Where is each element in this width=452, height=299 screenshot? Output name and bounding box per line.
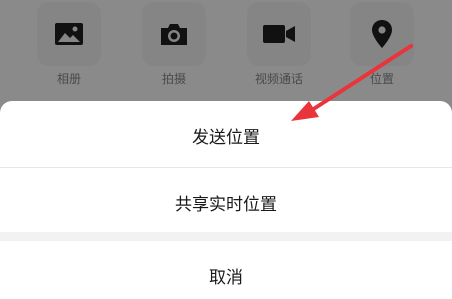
camera-icon bbox=[161, 24, 187, 45]
cancel-option[interactable]: 取消 bbox=[0, 263, 452, 288]
attach-video-call[interactable]: 视频通话 bbox=[245, 0, 313, 87]
album-tile[interactable] bbox=[37, 2, 101, 66]
attach-album[interactable]: 相册 bbox=[35, 0, 103, 87]
send-location-option[interactable]: 发送位置 bbox=[0, 123, 452, 148]
location-tile[interactable] bbox=[350, 2, 414, 66]
action-sheet: 发送位置 共享实时位置 取消 bbox=[0, 101, 452, 299]
image-icon bbox=[55, 23, 83, 45]
location-pin-icon bbox=[372, 20, 392, 48]
video-camera-icon bbox=[263, 25, 295, 43]
attach-location-label: 位置 bbox=[369, 72, 394, 86]
attach-camera-label: 拍摄 bbox=[161, 72, 186, 86]
sheet-gap bbox=[0, 232, 452, 241]
video-call-tile[interactable] bbox=[247, 2, 311, 66]
camera-tile[interactable] bbox=[142, 2, 206, 66]
attach-location[interactable]: 位置 bbox=[348, 0, 416, 87]
attach-camera[interactable]: 拍摄 bbox=[140, 0, 208, 87]
share-realtime-location-option[interactable]: 共享实时位置 bbox=[0, 190, 452, 215]
sheet-divider bbox=[0, 167, 452, 168]
attach-album-label: 相册 bbox=[56, 72, 81, 86]
attach-video-call-label: 视频通话 bbox=[254, 72, 303, 86]
